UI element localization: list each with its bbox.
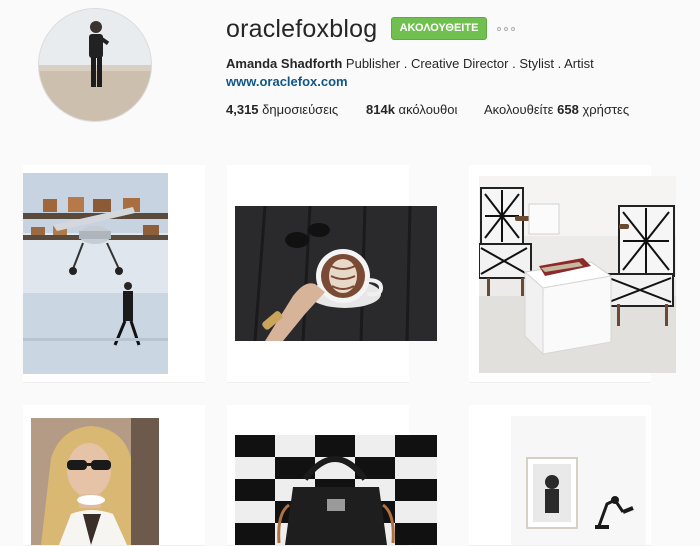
following-suffix: χρήστες [582,102,630,117]
followers-count-value: 814k [366,102,395,117]
profile-website-link[interactable]: www.oraclefox.com [226,74,348,89]
coffee-photo [235,206,437,341]
profile-username: oraclefoxblog [226,15,378,43]
followers-count-label: ακόλουθοι [398,102,458,117]
dot-icon [511,27,515,31]
portrait-photo [31,418,159,545]
dot-icon [504,27,508,31]
handbag-photo [235,435,437,545]
posts-count-label: δημοσιεύσεις [262,102,339,117]
more-options-icon[interactable] [497,24,519,34]
profile-bio: Amanda Shadforth Publisher . Creative Di… [226,56,594,71]
followers-count[interactable]: 814k ακόλουθοι [366,102,457,117]
posts-count: 4,315 δημοσιεύσεις [226,102,338,117]
post-black-handbag[interactable] [227,405,437,546]
posts-count-value: 4,315 [226,102,259,117]
dot-icon [497,27,501,31]
following-prefix: Ακολουθείτε [484,102,554,117]
profile-avatar [38,8,152,122]
post-coffee-cup[interactable] [227,165,437,383]
post-woman-sunglasses[interactable] [23,405,205,546]
post-armchairs-interior[interactable] [469,165,676,383]
profile-bio-text: Publisher . Creative Director . Stylist … [345,56,594,71]
following-count[interactable]: Ακολουθείτε 658 χρήστες [484,102,629,117]
framed-print-photo [511,416,646,545]
following-count-value: 658 [557,102,579,117]
airplane-photo [23,173,168,374]
profile-full-name: Amanda Shadforth [226,56,343,71]
post-framed-print[interactable] [469,405,651,546]
post-airplane-runway[interactable] [23,165,205,383]
follow-button[interactable]: ΑΚΟΛΟΥΘΕΙΤΕ [391,17,487,40]
interior-photo [479,176,676,373]
